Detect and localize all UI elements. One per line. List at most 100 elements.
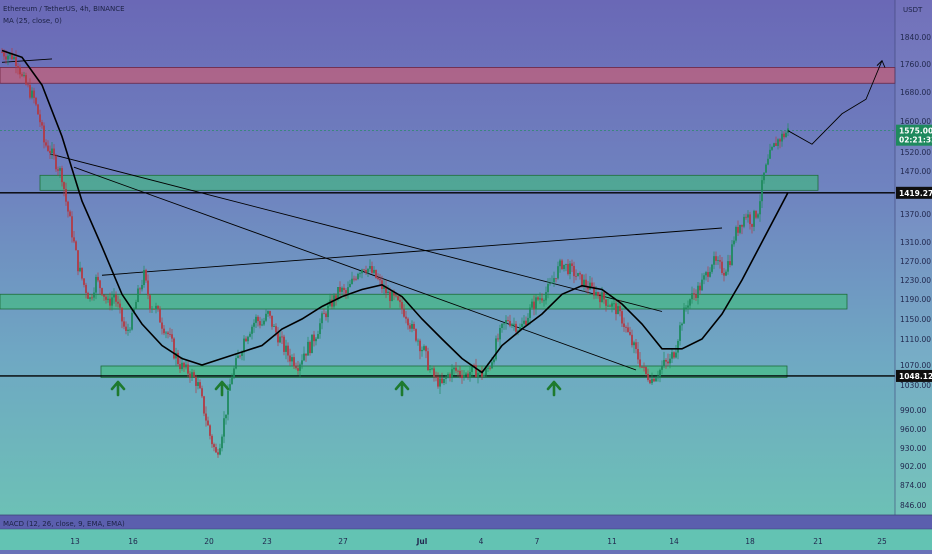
candle-body (645, 367, 647, 374)
candle-body (615, 303, 617, 315)
candle-body (315, 338, 317, 342)
candle-body (629, 332, 631, 335)
candle-body (461, 374, 463, 378)
candle-body (117, 301, 119, 304)
candle-body (79, 267, 81, 272)
candle-body (221, 436, 223, 449)
candle-body (69, 211, 71, 217)
y-tick-label: 1070.00 (900, 361, 931, 370)
candle-body (73, 237, 75, 242)
candle-body (359, 273, 361, 275)
candle-body (31, 90, 33, 98)
candle-body (353, 278, 355, 280)
candle-body (523, 320, 525, 324)
candle-body (575, 276, 577, 277)
candle-body (483, 375, 485, 377)
candle-body (563, 264, 565, 270)
candle-body (681, 323, 683, 326)
candle-body (557, 266, 559, 279)
candle-body (371, 266, 373, 273)
candle-body (229, 384, 231, 391)
candle-body (453, 367, 455, 370)
x-tick-label: 25 (877, 537, 887, 546)
candle-body (199, 382, 201, 389)
candle-body (347, 287, 349, 294)
candle-body (767, 158, 769, 165)
candle-body (159, 308, 161, 323)
candle-body (429, 369, 431, 371)
candle-body (47, 145, 49, 151)
candle-body (459, 370, 461, 375)
chart: 1419.271048.12 1840.001760.001680.001600… (0, 0, 932, 550)
candle-body (211, 435, 213, 445)
candle-body (535, 297, 537, 310)
candle-body (255, 316, 257, 323)
candle-body (167, 332, 169, 335)
candle-body (239, 355, 241, 357)
candle-body (301, 360, 303, 365)
candle-body (235, 358, 237, 369)
candle-body (309, 341, 311, 354)
candle-body (139, 288, 141, 290)
candle-body (509, 320, 511, 326)
candle-body (191, 372, 193, 378)
candle-body (19, 67, 21, 75)
y-tick-label: 902.00 (900, 462, 926, 471)
candle-body (713, 256, 715, 265)
candle-body (257, 316, 259, 322)
candle-body (737, 226, 739, 233)
y-tick-label: 1600.00 (900, 117, 931, 126)
candle-body (735, 226, 737, 241)
candle-body (205, 413, 207, 421)
candle-body (569, 263, 571, 275)
candle-body (179, 364, 181, 370)
candle-body (3, 52, 5, 57)
candle-body (339, 287, 341, 292)
x-tick-label: 4 (479, 537, 484, 546)
candle-body (277, 332, 279, 343)
candle-body (591, 282, 593, 287)
candle-body (225, 414, 227, 419)
candle-body (121, 307, 123, 322)
chart-canvas: 1419.271048.12 1840.001760.001680.001600… (0, 0, 932, 550)
candle-body (759, 201, 761, 215)
candle-body (637, 348, 639, 360)
candle-body (743, 216, 745, 227)
support-zone[interactable] (39, 174, 819, 191)
candle-body (477, 372, 479, 378)
candle-body (63, 182, 65, 189)
candle-body (91, 297, 93, 299)
candle-body (237, 355, 239, 359)
candle-body (169, 334, 171, 335)
time-axis-panel[interactable] (0, 529, 932, 550)
candle-body (299, 364, 301, 371)
supply-zone[interactable] (0, 67, 896, 84)
candle-body (489, 367, 491, 369)
candle-body (541, 298, 543, 301)
candle-body (295, 366, 297, 369)
candle-body (259, 321, 261, 326)
candle-body (307, 341, 309, 356)
candle-body (505, 320, 507, 324)
candle-body (119, 303, 121, 308)
x-tick-label: 14 (669, 537, 679, 546)
candle-body (219, 448, 221, 455)
candle-body (29, 84, 31, 98)
candle-body (513, 323, 515, 325)
candle-body (545, 292, 547, 301)
candle-body (549, 283, 551, 285)
candle-body (757, 214, 759, 218)
candle-body (613, 303, 615, 305)
candle-body (293, 357, 295, 367)
candle-body (733, 240, 735, 245)
candle-body (709, 271, 711, 277)
candle-body (577, 273, 579, 277)
candle-body (285, 345, 287, 352)
candle-body (261, 324, 263, 326)
candle-body (423, 346, 425, 350)
candle-body (409, 325, 411, 329)
candle-body (109, 298, 111, 306)
candle-body (153, 308, 155, 310)
candle-body (193, 372, 195, 378)
candle-body (617, 306, 619, 315)
